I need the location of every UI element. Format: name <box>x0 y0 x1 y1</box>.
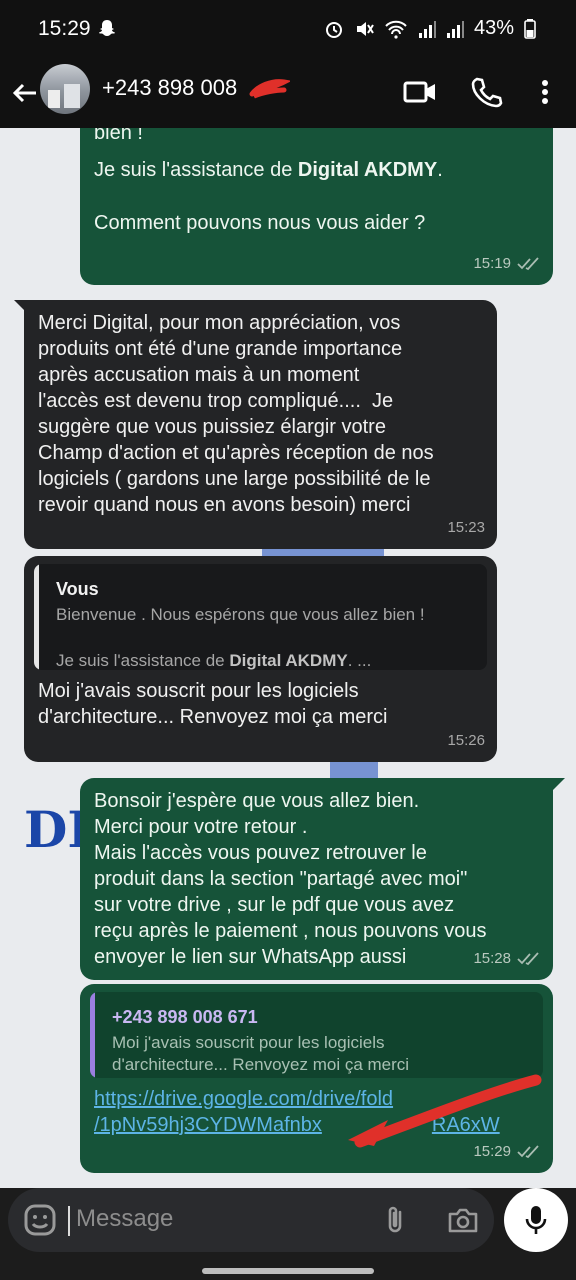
message-outgoing-3[interactable]: +243 898 008 671 Moi j'avais souscrit po… <box>80 984 553 1173</box>
redaction-scribble <box>249 79 290 99</box>
message-text: Moi j'avais souscrit pour les logiciels … <box>38 680 388 728</box>
status-time: 15:29 <box>38 17 91 40</box>
arrow-left-icon[interactable] <box>10 78 40 108</box>
message-composer: Message <box>0 1188 576 1260</box>
text-caret <box>68 1206 70 1236</box>
message-outgoing-2[interactable]: Bonsoir j'espère que vous allez bien. Me… <box>80 778 553 980</box>
double-check-icon <box>517 1145 539 1159</box>
snapchat-ghost-icon <box>99 20 115 36</box>
alarm-icon <box>325 21 342 38</box>
message-placeholder: Message <box>76 1205 174 1232</box>
double-check-icon <box>517 952 539 966</box>
quote-text: Bienvenue . Nous espérons que vous allez… <box>56 605 425 624</box>
message-text: Merci Digital, pour mon appréciation, vo… <box>38 312 434 516</box>
message-meta: 15:29 <box>473 1139 541 1165</box>
battery-icon <box>524 18 536 39</box>
voice-record-button[interactable] <box>504 1188 568 1252</box>
mute-icon <box>356 21 374 36</box>
chat-area[interactable]: DI bien ! Je suis l'assistance de Digita… <box>0 128 576 1188</box>
message-text-question: Comment pouvons nous vous aider ? <box>94 212 426 234</box>
paperclip-icon[interactable] <box>380 1204 412 1236</box>
avatar[interactable] <box>40 64 90 114</box>
message-text: bien ! <box>94 128 143 144</box>
message-meta: 15:19 <box>473 251 541 277</box>
signal-icon <box>418 20 436 38</box>
home-gesture-pill[interactable] <box>202 1268 374 1274</box>
message-meta: 15:23 <box>447 519 485 536</box>
wifi-icon <box>385 20 407 39</box>
status-icons: 43% <box>324 17 536 40</box>
message-input[interactable]: Message <box>8 1188 494 1252</box>
message-text-brand-line: Je suis l'assistance de Digital AKDMY. <box>94 159 443 181</box>
camera-icon[interactable] <box>446 1204 480 1236</box>
message-outgoing-1[interactable]: bien ! Je suis l'assistance de Digital A… <box>80 128 553 285</box>
quote-author: Vous <box>56 579 99 599</box>
quoted-message[interactable]: +243 898 008 671 Moi j'avais souscrit po… <box>90 992 543 1078</box>
chat-header: +243 898 008 <box>0 58 576 128</box>
message-meta: 15:26 <box>447 732 485 749</box>
signal-icon-2 <box>446 20 464 38</box>
contact-name[interactable]: +243 898 008 <box>102 75 237 101</box>
message-incoming-2[interactable]: Vous Bienvenue . Nous espérons que vous … <box>24 556 497 762</box>
quote-bar <box>90 992 95 1078</box>
battery-percent: 43% <box>473 17 514 39</box>
quoted-message[interactable]: Vous Bienvenue . Nous espérons que vous … <box>34 564 487 670</box>
message-meta: 15:28 <box>473 946 541 972</box>
quote-bar <box>34 564 39 670</box>
status-bar: 15:29 43% <box>0 0 576 58</box>
double-check-icon <box>517 257 539 271</box>
microphone-icon <box>525 1206 547 1234</box>
message-text: Bonsoir j'espère que vous allez bien. Me… <box>94 790 487 968</box>
more-vertical-icon[interactable] <box>527 74 563 110</box>
system-nav-bar <box>0 1260 576 1280</box>
quote-text: Moi j'avais souscrit pour les logiciels … <box>112 1033 410 1074</box>
message-incoming-1[interactable]: Merci Digital, pour mon appréciation, vo… <box>24 300 497 549</box>
video-camera-icon[interactable] <box>402 74 438 110</box>
emoji-icon[interactable] <box>22 1202 58 1238</box>
phone-icon[interactable] <box>468 74 504 110</box>
quote-author: +243 898 008 671 <box>112 1007 258 1027</box>
bubble-tail <box>14 300 26 312</box>
quote-text-2: Je suis l'assistance de Digital AKDMY. .… <box>56 651 372 670</box>
bubble-tail-2 <box>553 778 565 790</box>
